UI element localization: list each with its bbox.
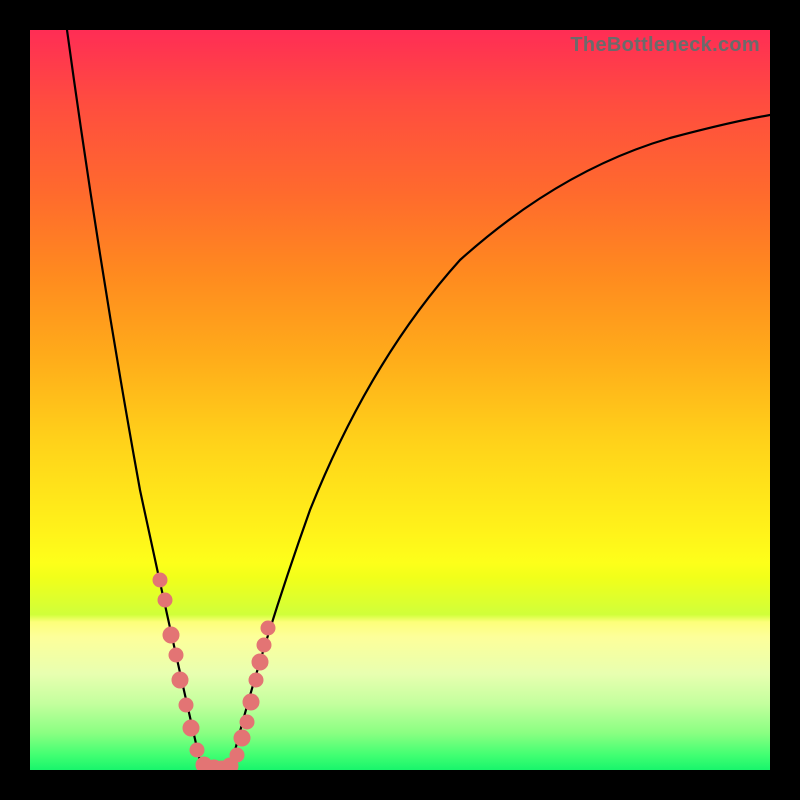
curve-right-branch <box>230 115 770 770</box>
plot-area: TheBottleneck.com <box>30 30 770 770</box>
bottleneck-curve <box>30 30 770 770</box>
chart-frame: TheBottleneck.com <box>0 0 800 800</box>
